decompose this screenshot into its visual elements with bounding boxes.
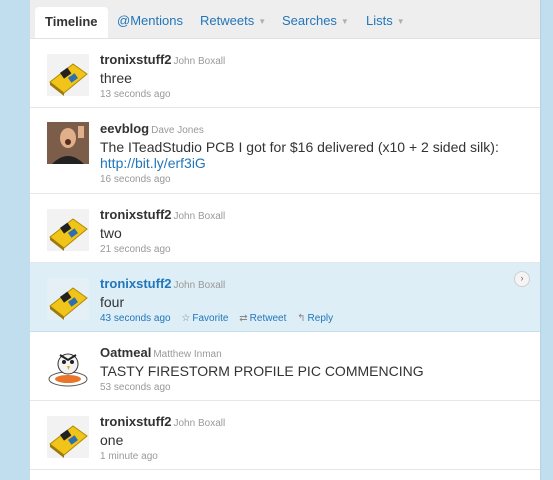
avatar[interactable]	[47, 416, 89, 458]
full-name: John Boxall	[173, 211, 226, 222]
avatar[interactable]	[47, 347, 89, 389]
tab-timeline[interactable]: Timeline	[35, 7, 108, 38]
tab-label: Retweets	[200, 13, 255, 28]
retweet-label: Retweet	[249, 313, 287, 324]
tweet-item[interactable]: tronixstuff2 John Boxall three 13 seconds…	[30, 39, 540, 108]
caret-down-icon: ▼	[396, 17, 405, 26]
tweet-item-selected[interactable]: tronixstuff2 John Boxall four 43 seconds …	[30, 263, 540, 332]
person-photo-icon	[47, 122, 89, 164]
tweet-item[interactable]: tronixstuff2 John Boxall one 1 minute ago	[30, 401, 540, 470]
tweet-timestamp[interactable]: 1 minute ago	[100, 451, 520, 462]
tweet-text: three	[100, 70, 132, 86]
tab-label: Lists	[366, 13, 393, 28]
tweet-timestamp[interactable]: 16 seconds ago	[100, 174, 520, 185]
avatar[interactable]	[47, 122, 89, 164]
retweet-icon: ⇄	[239, 313, 248, 324]
cartoon-bird-icon	[47, 347, 89, 389]
username-link[interactable]: tronixstuff2	[100, 207, 172, 222]
username-link[interactable]: eevblog	[100, 121, 149, 136]
tweet-text: two	[100, 225, 122, 241]
full-name: Dave Jones	[151, 125, 204, 136]
caret-down-icon: ▼	[340, 17, 349, 26]
tweet-timestamp[interactable]: 21 seconds ago	[100, 244, 520, 255]
avatar[interactable]	[47, 278, 89, 320]
tab-mentions[interactable]: @Mentions	[117, 13, 183, 28]
username-link[interactable]: tronixstuff2	[100, 414, 172, 429]
pcb-board-icon	[47, 54, 89, 96]
pcb-board-icon	[47, 278, 89, 320]
full-name: Matthew Inman	[153, 349, 222, 360]
tweet-item[interactable]: tronixstuff2 John Boxall two 21 seconds a…	[30, 194, 540, 263]
tweet-meta: 43 seconds ago ☆ Favorite ⇄ Retweet ↰ Reply	[100, 313, 520, 324]
tweet-item[interactable]: Oatmeal Matthew Inman TASTY FIRESTORM PRO…	[30, 332, 540, 401]
avatar[interactable]	[47, 209, 89, 251]
scrollbar-track[interactable]	[540, 0, 553, 480]
tab-searches[interactable]: Searches ▼	[282, 13, 349, 28]
reply-label: Reply	[307, 313, 334, 324]
tweet-text: one	[100, 432, 124, 448]
star-icon: ☆	[181, 313, 191, 324]
expand-arrow-icon[interactable]: ›	[514, 271, 530, 287]
username-link[interactable]: tronixstuff2	[100, 52, 172, 67]
tweet-text: four	[100, 294, 125, 310]
tab-label: Searches	[282, 13, 337, 28]
username-link[interactable]: tronixstuff2	[100, 276, 172, 291]
tab-bar: Timeline @Mentions Retweets ▼ Searches ▼ L…	[30, 0, 540, 39]
tweet-text: TASTY FIRESTORM PROFILE PIC COMMENCING	[100, 363, 424, 379]
tab-lists[interactable]: Lists ▼	[366, 13, 405, 28]
avatar[interactable]	[47, 54, 89, 96]
full-name: John Boxall	[173, 56, 226, 67]
tab-retweets[interactable]: Retweets ▼	[200, 13, 266, 28]
full-name: John Boxall	[173, 418, 226, 429]
full-name: John Boxall	[173, 280, 226, 291]
retweet-button[interactable]: ⇄ Retweet	[239, 313, 286, 324]
pcb-board-icon	[47, 416, 89, 458]
tweet-item[interactable]: eevblog Dave Jones The ITeadStudio PCB I …	[30, 108, 540, 194]
tab-label: @Mentions	[117, 13, 183, 28]
username-link[interactable]: Oatmeal	[100, 345, 151, 360]
reply-arrow-icon: ↰	[297, 313, 306, 324]
caret-down-icon: ▼	[258, 17, 267, 26]
tweet-timestamp[interactable]: 53 seconds ago	[100, 382, 520, 393]
tweet-timestamp[interactable]: 13 seconds ago	[100, 89, 520, 100]
reply-button[interactable]: ↰ Reply	[297, 313, 333, 324]
favorite-button[interactable]: ☆ Favorite	[181, 313, 228, 324]
tweet-timestamp[interactable]: 43 seconds ago	[100, 313, 171, 324]
pcb-board-icon	[47, 209, 89, 251]
tweet-link[interactable]: http://bit.ly/erf3iG	[100, 155, 206, 171]
tweet-text: The ITeadStudio PCB I got for $16 delive…	[100, 139, 520, 171]
favorite-label: Favorite	[192, 313, 229, 324]
timeline-panel: Timeline @Mentions Retweets ▼ Searches ▼ L…	[30, 0, 540, 480]
tweet-text-content: The ITeadStudio PCB I got for $16 delive…	[100, 139, 499, 155]
